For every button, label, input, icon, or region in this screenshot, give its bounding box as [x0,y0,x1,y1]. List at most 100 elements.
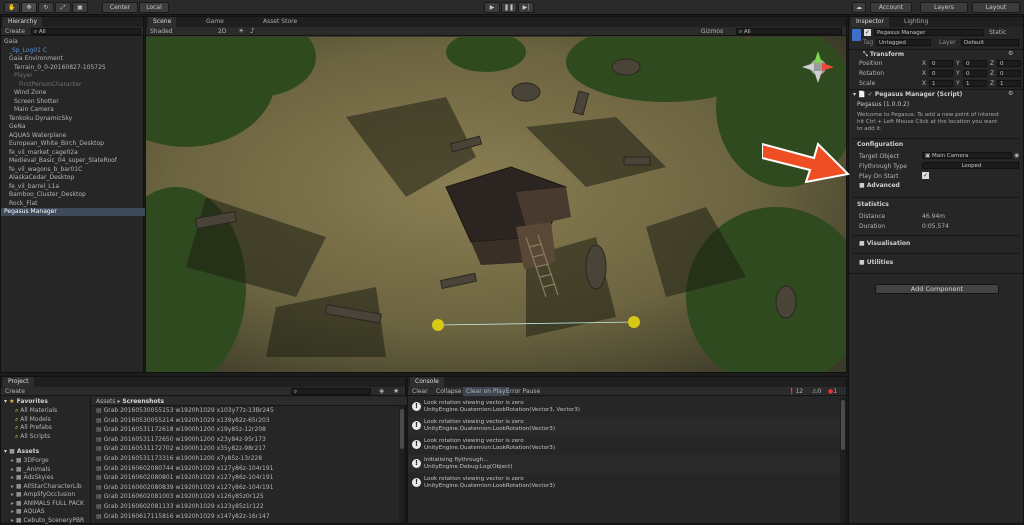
console-entry[interactable]: ! Initialising flythrough... UnityEngine.D… [408,455,840,473]
asset-folder-item[interactable]: ▸ ■ _Animals [1,466,90,474]
hierarchy-item[interactable]: fe_vil_market_cage02a [1,149,145,157]
flythrough-type-dropdown[interactable]: Looped [922,162,1019,169]
hierarchy-item[interactable]: GeNa [1,123,145,131]
collapse-button[interactable]: Collapse [436,388,462,395]
hierarchy-item[interactable]: Bamboo_Cluster_Desktop [1,191,145,199]
step-button[interactable]: ▶| [518,2,534,13]
scale-z-field[interactable]: 1 [997,80,1021,87]
hierarchy-item[interactable]: AlaskaCedar_Desktop [1,174,145,182]
asset-folder-item[interactable]: ▸ ■ AdsSkyies [1,474,90,482]
error-count[interactable]: ●1 [828,388,837,395]
script-settings-icon[interactable]: ⚙ [1008,90,1013,97]
hierarchy-item[interactable]: Player [1,72,145,80]
hierarchy-item[interactable]: Wind Zone [1,89,145,97]
asset-folder-item[interactable]: ▸ ■ Cebuto_SceneryPBR [1,517,90,525]
file-item[interactable]: ▤ Grab 20160602080839 w1920h1029 x127y86… [92,484,397,492]
tab-scene[interactable]: Scene [148,17,177,27]
hierarchy-item[interactable]: _Sp_Log01 C [1,47,145,55]
2d-toggle[interactable]: 2D [218,28,226,35]
hierarchy-item[interactable]: Tenkoku DynamicSky [1,115,145,123]
tab-game[interactable]: Game [201,17,229,27]
breadcrumb-assets[interactable]: Assets [96,398,116,405]
file-item[interactable]: ▤ Grab 20160531172702 w1900h1200 x35y82z… [92,445,397,453]
favorite-star-icon[interactable]: ★ [393,387,399,395]
warning-count[interactable]: ❗12 [788,388,803,395]
hierarchy-item[interactable]: fe_vil_barrel_L1a [1,183,145,191]
hierarchy-item[interactable]: European_White_Birch_Desktop [1,140,145,148]
pivot-local-button[interactable]: Local [139,2,169,13]
play-on-start-checkbox[interactable]: ✓ [922,172,929,179]
asset-folder-item[interactable]: ▸ ■ ANIMALS FULL PACK [1,500,90,508]
shading-mode-dropdown[interactable]: Shaded [150,28,173,35]
static-toggle[interactable]: Static [989,29,1006,36]
pause-button[interactable]: ❚❚ [501,2,517,13]
position-x-field[interactable]: 0 [929,60,953,67]
file-item[interactable]: ▤ Grab 20160530055153 w1920h1029 x103y77… [92,407,397,415]
hand-tool-icon[interactable]: ✋ [4,2,20,13]
file-item[interactable]: ▤ Grab 20160531173316 w1900h1200 x7y85z-… [92,455,397,463]
layer-dropdown[interactable]: Default [961,39,1019,46]
transform-header[interactable]: ⤡ Transform [849,50,1023,59]
tab-lighting[interactable]: Lighting [899,17,933,27]
utilities-foldout[interactable]: ■ Utilities [859,259,893,266]
asset-folder-item[interactable]: ▸ ■ AmplifyOcclusion [1,491,90,499]
hierarchy-item[interactable]: Rock_Flat [1,200,145,208]
console-entry[interactable]: ! Look rotation viewing vector is zero Uni… [408,398,840,416]
visualisation-foldout[interactable]: ■ Visualisation [859,240,910,247]
script-component-header[interactable]: ▾ 📄 ✓ Pegasus Manager (Script) [849,90,1023,99]
clear-button[interactable]: Clear [412,388,428,395]
hierarchy-item[interactable]: Terrain_0_0-20160827-105725 [1,64,145,72]
file-item[interactable]: ▤ Grab 20160602080744 w1920h1029 x127y86… [92,465,397,473]
object-name-field[interactable]: Pegasus Manager [874,29,984,36]
hierarchy-item[interactable]: FirstPersonCharacter [1,81,145,89]
hierarchy-item[interactable]: Gaia Environment [1,55,145,63]
hierarchy-item[interactable]: Pegasus Manager [1,208,145,216]
rotation-y-field[interactable]: 0 [963,70,987,77]
favorite-item[interactable]: ⌕ All Scripts [1,433,90,441]
hierarchy-item[interactable]: Medieval_Basic_04_super_SlateRoof [1,157,145,165]
object-picker-icon[interactable]: ◉ [1014,152,1019,159]
favorite-item[interactable]: ⌕ All Materials [1,407,90,415]
active-checkbox[interactable]: ✓ [864,29,871,36]
file-list-scrollbar[interactable] [399,407,405,523]
poi-marker[interactable] [628,316,640,328]
tab-asset-store[interactable]: Asset Store [258,17,302,27]
hierarchy-create-button[interactable]: Create [5,28,25,35]
assets-header[interactable]: ▾ ■ Assets [1,448,90,456]
tab-inspector[interactable]: Inspector [851,17,889,27]
move-tool-icon[interactable]: ✥ [21,2,37,13]
hierarchy-item[interactable]: Main Camera [1,106,145,114]
project-search-input[interactable]: ⌕ [291,388,371,395]
project-create-button[interactable]: Create [5,388,25,395]
scale-tool-icon[interactable]: ⤢ [55,2,71,13]
poi-marker[interactable] [432,319,444,331]
file-item[interactable]: ▤ Grab 20160602081133 w1920h1029 x123y85… [92,503,397,511]
target-object-field[interactable]: ▣ Main Camera [922,152,1012,159]
lighting-toggle-icon[interactable]: ☀ [238,27,244,35]
hierarchy-item[interactable]: AQUAS Waterplane [1,132,145,140]
component-settings-icon[interactable]: ⚙ [1008,50,1013,57]
file-item[interactable]: ▤ Grab 20160617115816 w1920h1029 x147y82… [92,513,397,521]
file-item[interactable]: ▤ Grab 20160531172650 w1900h1200 x23y84z… [92,436,397,444]
tab-project[interactable]: Project [3,377,34,387]
asset-folder-item[interactable]: ▸ ■ AQUAS [1,508,90,516]
scene-search-input[interactable]: ⌕ All [736,28,842,35]
favorite-item[interactable]: ⌕ All Prefabs [1,424,90,432]
error-pause-toggle[interactable]: Error Pause [506,388,540,395]
play-button[interactable]: ▶ [484,2,500,13]
console-entry[interactable]: ! Look rotation viewing vector is zero Uni… [408,417,840,435]
tag-dropdown[interactable]: Untagged [876,39,931,46]
scale-x-field[interactable]: 1 [929,80,953,87]
file-item[interactable]: ▤ Grab 20160602080801 w1920h1029 x127y86… [92,474,397,482]
hierarchy-item[interactable]: fe_vil_wagons_b_bar01C [1,166,145,174]
favorite-item[interactable]: ⌕ All Models [1,416,90,424]
asset-folder-item[interactable]: ▸ ■ AllStarCharacterLib [1,483,90,491]
rotation-z-field[interactable]: 0 [997,70,1021,77]
cloud-icon[interactable]: ☁ [852,2,866,13]
layers-dropdown[interactable]: Layers [920,2,968,13]
info-count[interactable]: ⚠0 [812,388,821,395]
console-entry[interactable]: ! Look rotation viewing vector is zero Uni… [408,436,840,454]
add-component-button[interactable]: Add Component [875,284,999,294]
layout-dropdown[interactable]: Layout [972,2,1020,13]
hierarchy-search-input[interactable]: ⌕ All [31,28,141,35]
